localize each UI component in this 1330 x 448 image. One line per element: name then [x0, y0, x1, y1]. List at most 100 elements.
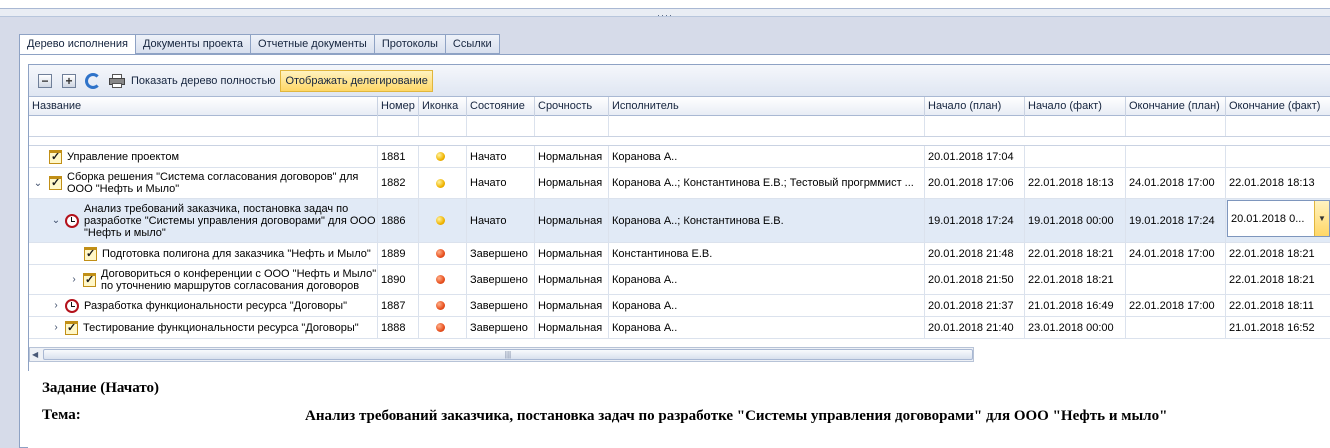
table-row-selected[interactable]: ⌄ Анализ требований заказчика, постановк…	[29, 199, 1330, 243]
table-row[interactable]: Подготовка полигона для заказчика "Нефть…	[29, 243, 1330, 265]
grid-header: Название Номер Иконка Состояние Срочност…	[29, 97, 1330, 116]
task-name: Тестирование функциональности ресурса "Д…	[83, 321, 359, 334]
chevron-right-icon[interactable]: ›	[69, 274, 79, 285]
top-window-strip	[0, 0, 1330, 9]
column-header-state[interactable]: Состояние	[467, 97, 535, 116]
column-header-end-fact[interactable]: Окончание (факт)	[1226, 97, 1330, 116]
task-name: Подготовка полигона для заказчика "Нефть…	[102, 247, 371, 260]
filter-start-fact[interactable]	[1025, 116, 1126, 136]
task-icon	[84, 246, 97, 261]
task-icon	[49, 149, 62, 164]
cell-start-plan: 20.01.2018 21:50	[925, 265, 1025, 294]
cell-urgency: Нормальная	[535, 168, 609, 198]
column-header-start-fact[interactable]: Начало (факт)	[1025, 97, 1126, 116]
show-delegation-toggle[interactable]: Отображать делегирование	[280, 69, 433, 92]
filter-urgency[interactable]	[535, 116, 609, 136]
column-header-number[interactable]: Номер	[378, 97, 419, 116]
table-row[interactable]: › Тестирование функциональности ресурса …	[29, 317, 1330, 339]
cell-end-fact: 21.01.2018 16:52	[1226, 317, 1330, 338]
tab-protocols[interactable]: Протоколы	[374, 34, 446, 54]
plus-box-icon: +	[62, 73, 76, 88]
task-icon	[83, 272, 96, 287]
chevron-right-icon[interactable]: ›	[51, 322, 61, 333]
collapse-all-button[interactable]: −	[35, 71, 55, 91]
cell-start-plan: 20.01.2018 17:06	[925, 168, 1025, 198]
column-header-urgency[interactable]: Срочность	[535, 97, 609, 116]
cell-number: 1887	[378, 295, 419, 316]
cell-number: 1889	[378, 243, 419, 264]
table-row[interactable]: › Разработка функциональности ресурса "Д…	[29, 295, 1330, 317]
horizontal-scrollbar[interactable]: ◀ |||	[29, 347, 974, 362]
status-dot-icon	[436, 323, 445, 332]
clock-icon	[65, 298, 79, 313]
refresh-button[interactable]	[83, 71, 103, 91]
column-header-start-plan[interactable]: Начало (план)	[925, 97, 1025, 116]
column-header-name[interactable]: Название	[29, 97, 378, 116]
table-row[interactable]: ⌄ Сборка решения "Система согласования д…	[29, 168, 1330, 199]
cell-start-fact: 22.01.2018 18:21	[1025, 265, 1126, 294]
chevron-down-icon[interactable]: ⌄	[51, 215, 61, 226]
status-dot-icon	[436, 275, 445, 284]
filter-executor[interactable]	[609, 116, 925, 136]
task-name: Анализ требований заказчика, постановка …	[84, 202, 376, 239]
cell-icon	[419, 199, 467, 242]
tab-links[interactable]: Ссылки	[445, 34, 500, 54]
printer-icon	[109, 73, 125, 88]
cell-number: 1886	[378, 199, 419, 242]
cell-executor: Коранова А..	[609, 295, 925, 316]
cell-end-fact: 22.01.2018 18:11	[1226, 295, 1330, 316]
cell-state: Начато	[467, 168, 535, 198]
cell-name: › Разработка функциональности ресурса "Д…	[29, 295, 378, 316]
splitter-handle[interactable]: ····	[0, 9, 1330, 20]
scroll-left-arrow-icon[interactable]: ◀	[32, 348, 42, 361]
chevron-right-icon[interactable]: ›	[51, 300, 61, 311]
filter-start-plan[interactable]	[925, 116, 1025, 136]
expand-all-button[interactable]: +	[59, 71, 79, 91]
cell-icon	[419, 317, 467, 338]
filter-end-plan[interactable]	[1126, 116, 1226, 136]
column-header-executor[interactable]: Исполнитель	[609, 97, 925, 116]
status-dot-icon	[436, 178, 445, 188]
cell-end-plan: 19.01.2018 17:24	[1126, 199, 1226, 242]
cell-state: Завершено	[467, 265, 535, 294]
cell-state: Завершено	[467, 243, 535, 264]
cell-state: Завершено	[467, 295, 535, 316]
cell-executor: Коранова А..	[609, 317, 925, 338]
cell-urgency: Нормальная	[535, 146, 609, 167]
cell-start-fact: 22.01.2018 18:21	[1025, 243, 1126, 264]
show-full-tree-button[interactable]: Показать дерево полностью	[131, 75, 275, 87]
cell-end-fact: 22.01.2018 18:13	[1226, 168, 1330, 198]
cell-urgency: Нормальная	[535, 265, 609, 294]
end-fact-date-editor[interactable]: 20.01.2018 0... ▼	[1227, 200, 1330, 237]
cell-executor: Коранова А..	[609, 265, 925, 294]
cell-state: Начато	[467, 199, 535, 242]
table-row[interactable]: › Договориться о конференции с ООО "Нефт…	[29, 265, 1330, 295]
task-name: Управление проектом	[67, 150, 180, 163]
cell-start-plan: 20.01.2018 21:40	[925, 317, 1025, 338]
grid-toolbar: − + Показать дерево полностью Отображать…	[29, 65, 1330, 97]
dropdown-arrow-icon[interactable]: ▼	[1314, 201, 1329, 236]
table-row[interactable]: Управление проектом 1881 Начато Нормальн…	[29, 146, 1330, 168]
cell-icon	[419, 146, 467, 167]
chevron-down-icon[interactable]: ⌄	[33, 178, 43, 189]
scrollbar-thumb[interactable]: |||	[43, 349, 973, 360]
filter-end-fact[interactable]	[1226, 116, 1330, 136]
cell-start-plan: 20.01.2018 21:48	[925, 243, 1025, 264]
filter-icon[interactable]	[419, 116, 467, 136]
column-header-end-plan[interactable]: Окончание (план)	[1126, 97, 1226, 116]
tab-project-documents[interactable]: Документы проекта	[135, 34, 252, 54]
cell-start-plan: 20.01.2018 21:37	[925, 295, 1025, 316]
status-dot-icon	[436, 152, 445, 161]
cell-start-fact: 19.01.2018 00:00	[1025, 199, 1126, 242]
filter-number[interactable]	[378, 116, 419, 136]
cell-end-plan: 24.01.2018 17:00	[1126, 243, 1226, 264]
column-header-icon[interactable]: Иконка	[419, 97, 467, 116]
filter-state[interactable]	[467, 116, 535, 136]
filter-name[interactable]	[29, 116, 378, 136]
print-button[interactable]	[107, 71, 127, 91]
cell-name: › Тестирование функциональности ресурса …	[29, 317, 378, 338]
tab-execution-tree[interactable]: Дерево исполнения	[19, 34, 136, 55]
cell-icon	[419, 168, 467, 198]
cell-executor: Коранова А..; Константинова Е.В.; Тестов…	[609, 168, 925, 198]
tab-report-documents[interactable]: Отчетные документы	[251, 34, 375, 54]
